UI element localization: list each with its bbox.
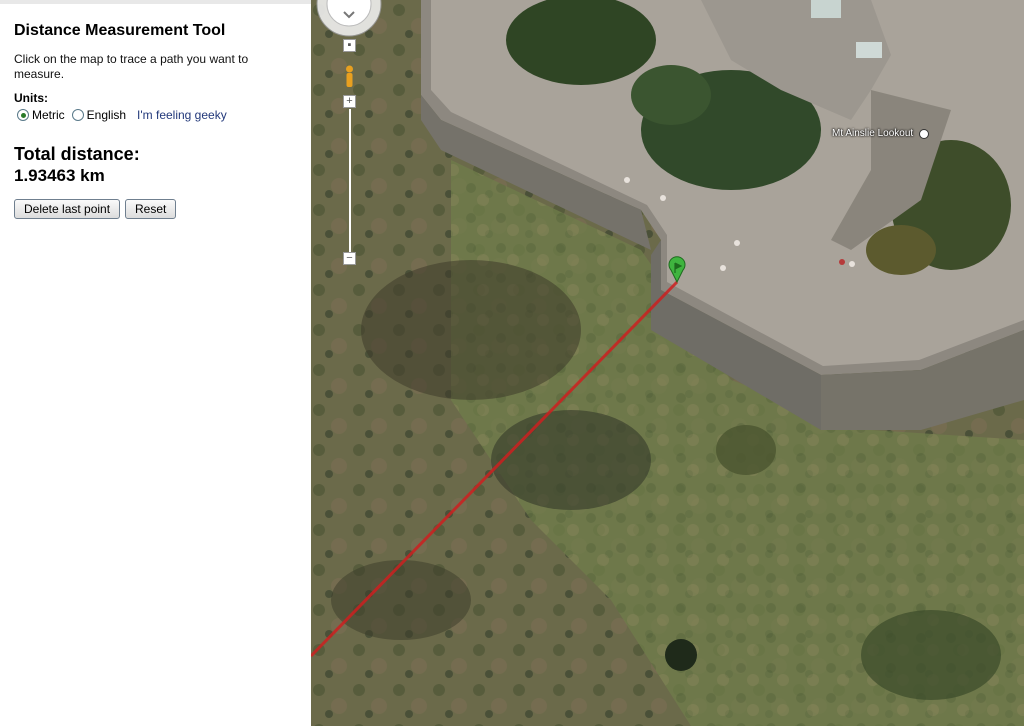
aerial-imagery — [311, 0, 1024, 726]
unit-english-label: English — [86, 108, 127, 122]
place-label[interactable]: Mt Ainslie Lookout — [832, 128, 913, 139]
radio-metric[interactable] — [17, 109, 29, 121]
pegman-icon[interactable] — [343, 64, 356, 92]
sidebar-panel: Distance Measurement Tool Click on the m… — [0, 0, 311, 726]
page-title: Distance Measurement Tool — [14, 22, 226, 39]
unit-metric-label: Metric — [32, 108, 65, 122]
zoom-control: ▪ + − — [341, 36, 359, 268]
total-distance-label: Total distance: — [14, 144, 140, 164]
zoom-out-button[interactable]: − — [343, 252, 356, 265]
radio-english[interactable] — [71, 109, 84, 121]
place-pin-icon[interactable] — [919, 129, 929, 139]
reset-button[interactable]: Reset — [125, 199, 177, 219]
delete-last-point-button[interactable]: Delete last point — [14, 199, 121, 219]
units-label: Units: — [14, 91, 48, 105]
unit-option-metric[interactable]: Metric — [17, 108, 65, 122]
center-button[interactable]: ▪ — [343, 39, 356, 52]
unit-option-english[interactable]: English — [71, 108, 127, 122]
total-distance-value: 1.93463 km — [14, 166, 105, 185]
units-selector: Metric English I'm feeling geeky — [17, 108, 227, 122]
geeky-link[interactable]: I'm feeling geeky — [137, 108, 227, 122]
zoom-slider-rail[interactable] — [349, 109, 351, 259]
map-view[interactable]: ▪ + − Mt Ainslie Lookout — [311, 0, 1024, 726]
instructions-text: Click on the map to trace a path you wan… — [14, 52, 249, 81]
zoom-in-button[interactable]: + — [343, 95, 356, 108]
